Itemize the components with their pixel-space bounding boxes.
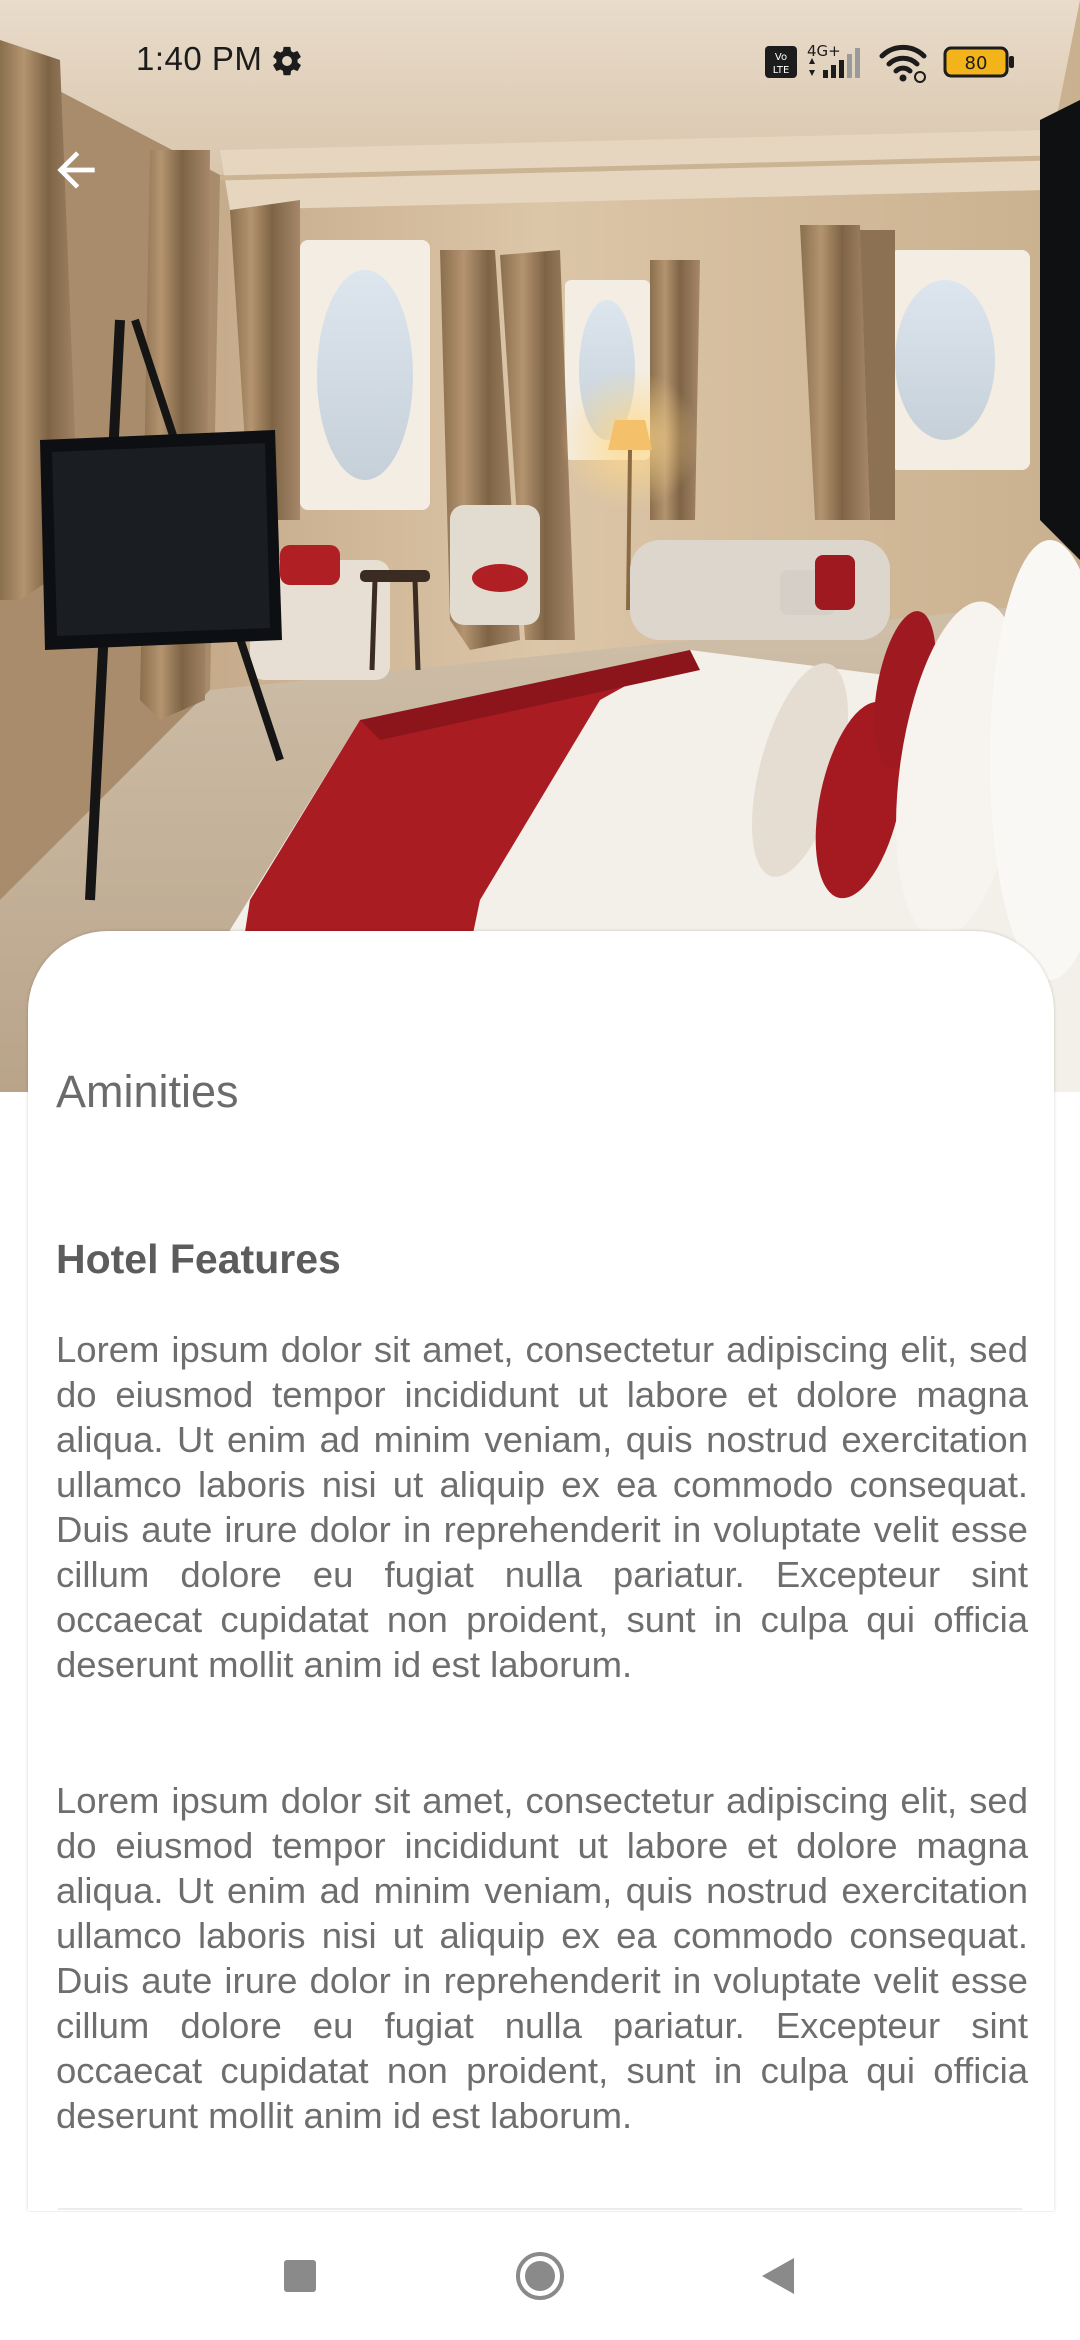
signal-icon: 4G+ [807, 42, 860, 78]
svg-text:4G+: 4G+ [807, 42, 841, 60]
battery-icon: 80 [943, 46, 1014, 78]
hotel-room-photo [0, 0, 1080, 1092]
amenities-card: Aminities Hotel Features Lorem ipsum dol… [28, 931, 1054, 2211]
features-description-2: Lorem ipsum dolor sit amet, consectetur … [56, 1780, 1028, 2136]
recent-apps-icon [284, 2260, 316, 2292]
status-bar: 1:40 PM Vo LTE 4G+ 80 [0, 0, 1080, 124]
section-title: Aminities [56, 1066, 239, 1117]
hotel-features-heading: Hotel Features [56, 1236, 341, 1282]
volte-icon: Vo LTE [765, 46, 797, 78]
home-icon [516, 2252, 564, 2300]
divider [58, 2208, 1022, 2210]
hotel-amenities-screen: 1:40 PM Vo LTE 4G+ 80 Aminities Hotel Fe… [0, 0, 1080, 2340]
svg-text:Vo: Vo [775, 52, 787, 63]
gear-icon [270, 44, 304, 78]
recent-apps-button[interactable] [260, 2236, 340, 2316]
svg-text:LTE: LTE [773, 65, 790, 76]
back-triangle-icon [762, 2258, 794, 2294]
status-time: 1:40 PM [136, 40, 263, 77]
arrow-left-icon [57, 151, 95, 189]
status-icons: Vo LTE 4G+ 80 [765, 38, 1040, 86]
wifi-icon [879, 44, 927, 83]
home-button[interactable] [500, 2236, 580, 2316]
system-back-button[interactable] [738, 2236, 818, 2316]
battery-level: 80 [965, 53, 988, 74]
features-description-1: Lorem ipsum dolor sit amet, consectetur … [56, 1329, 1028, 1685]
back-button[interactable] [40, 134, 112, 206]
system-navigation-bar [0, 2212, 1080, 2340]
